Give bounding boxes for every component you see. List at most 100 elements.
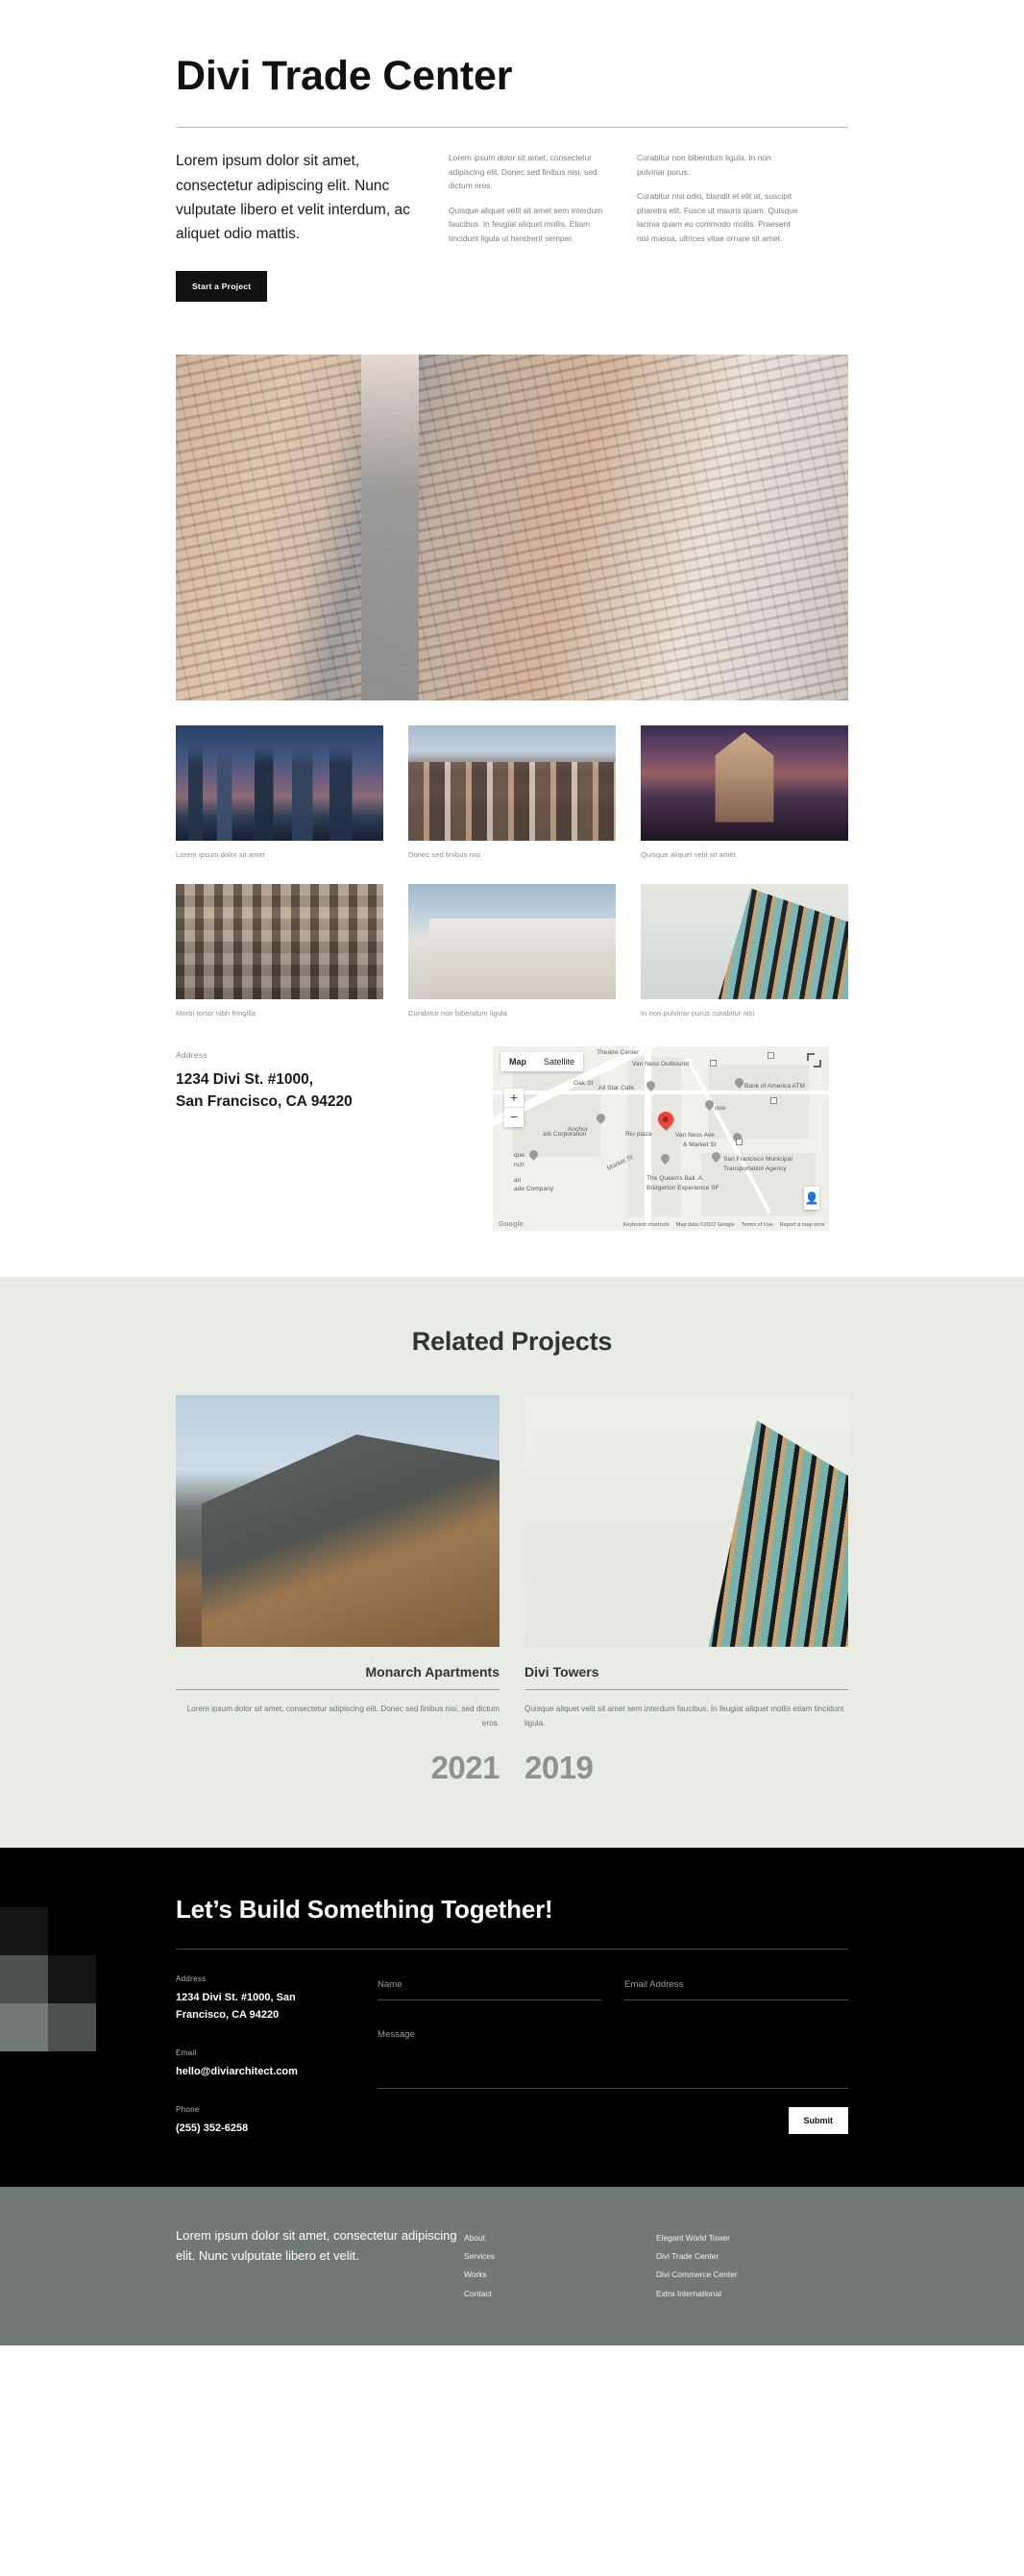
contact-email-label: Email — [176, 2048, 197, 2057]
contact-address-group: Address 1234 Divi St. #1000, San Francis… — [176, 1975, 339, 2023]
gallery-item[interactable]: Quisque aliquet velit sit amet — [641, 724, 848, 859]
project-title: Monarch Apartments — [365, 1663, 500, 1680]
map-pin[interactable] — [661, 1154, 670, 1166]
map-type-satellite-button[interactable]: Satellite — [535, 1052, 583, 1071]
gallery-caption: Lorem ipsum dolor sit amet — [176, 849, 266, 859]
map-primary-location-pin[interactable] — [658, 1112, 673, 1133]
decorative-block-grid-dark — [0, 1907, 96, 2052]
gallery-item[interactable]: In non pulvinar purus curabitur nisi — [641, 883, 848, 1018]
cta-title: Let’s Build Something Together! — [176, 1895, 553, 1925]
footer-link-elegant-world-tower[interactable]: Elegant World Tower — [656, 2229, 848, 2247]
map-pin[interactable] — [529, 1150, 538, 1163]
footer-link-extra-international[interactable]: Extra International — [656, 2285, 848, 2303]
intro-section: Divi Trade Center Lorem ipsum dolor sit … — [0, 0, 1024, 302]
gallery-thumb-skyline[interactable] — [176, 724, 383, 841]
contact-phone-group: Phone (255) 352-6258 — [176, 2105, 339, 2137]
gallery-thumb-brick[interactable] — [176, 883, 383, 999]
project-year: 2021 — [430, 1750, 500, 1786]
cta-divider — [176, 1949, 848, 1950]
map-poi-icon — [768, 1051, 774, 1059]
map-label: an — [514, 1176, 522, 1184]
footer-about-block: Lorem ipsum dolor sit amet, consectetur … — [176, 2225, 464, 2303]
map-pin[interactable] — [735, 1078, 744, 1091]
map-zoom-controls[interactable]: + − — [504, 1088, 524, 1127]
name-field-wrapper — [378, 1975, 601, 2001]
intro-lead-text: Lorem ipsum dolor sit amet, consectetur … — [176, 153, 410, 242]
gallery-item[interactable]: Lorem ipsum dolor sit amet — [176, 724, 383, 859]
contact-info-block: Address 1234 Divi St. #1000, San Francis… — [176, 1975, 339, 2136]
gallery-caption: In non pulvinar purus curabitur nisi — [641, 1008, 755, 1018]
message-textarea[interactable] — [378, 2025, 848, 2090]
email-input[interactable] — [624, 1975, 848, 2001]
footer-link-contact[interactable]: Contact — [464, 2285, 656, 2303]
map-pin[interactable] — [597, 1114, 605, 1126]
map-label: Bridgerton Experience SF — [646, 1184, 719, 1191]
terms-of-use-link[interactable]: Terms of Use — [742, 1222, 773, 1228]
report-map-error-link[interactable]: Report a map error — [780, 1222, 825, 1228]
intro-col2-p1: Lorem ipsum dolor sit amet, consectetur … — [449, 153, 597, 191]
contact-phone-label: Phone — [176, 2104, 200, 2114]
gallery-thumb-victorian[interactable] — [408, 724, 616, 841]
contact-email-value[interactable]: hello@diviarchitect.com — [176, 2064, 339, 2080]
footer-link-divi-commerce-center[interactable]: Divi Commerce Center — [656, 2266, 848, 2284]
map-type-switcher[interactable]: Map Satellite — [500, 1051, 584, 1071]
gallery-row-1: Lorem ipsum dolor sit amet Donec sed fin… — [176, 724, 848, 859]
start-a-project-button[interactable]: Start a Project — [176, 270, 268, 302]
map-canvas[interactable] — [493, 1045, 829, 1231]
address-line-2: San Francisco, CA 94220 — [176, 1093, 353, 1111]
map-attribution: Keyboard shortcuts Map data ©2022 Google… — [623, 1222, 825, 1228]
map-pin[interactable] — [705, 1100, 714, 1113]
map-label: nch — [514, 1161, 524, 1168]
google-map[interactable]: Theatre Center Van Ness Outbound Oak St … — [493, 1045, 829, 1231]
keyboard-shortcuts-link[interactable]: Keyboard shortcuts — [623, 1222, 670, 1228]
fullscreen-icon[interactable] — [807, 1052, 821, 1067]
submit-button[interactable]: Submit — [788, 2107, 848, 2135]
project-description: Lorem ipsum dolor sit amet, consectetur … — [186, 1704, 500, 1729]
gallery-item[interactable]: Morbi tortor nibh fringilla — [176, 883, 383, 1018]
name-input[interactable] — [378, 1975, 601, 2001]
project-description: Quisque aliquet velit sit amet sem inter… — [524, 1704, 844, 1729]
footer-link-works[interactable]: Works — [464, 2266, 656, 2284]
gallery-thumb-night[interactable] — [641, 724, 848, 841]
map-label: one — [715, 1104, 726, 1112]
project-image-monarch[interactable] — [176, 1394, 500, 1647]
footer-link-services[interactable]: Services — [464, 2247, 656, 2266]
project-card-monarch[interactable]: Monarch Apartments Lorem ipsum dolor sit… — [176, 1394, 500, 1786]
map-label: The Queen's Ball: A — [646, 1174, 703, 1182]
map-type-map-button[interactable]: Map — [500, 1052, 535, 1071]
pegman-streetview-icon[interactable]: 👤 — [804, 1186, 819, 1210]
contact-address-label: Address — [176, 1975, 207, 1984]
map-label: Theatre Center — [597, 1048, 640, 1056]
intro-column-lead: Lorem ipsum dolor sit amet, consectetur … — [176, 149, 424, 302]
project-image-divi-towers[interactable] — [524, 1394, 848, 1647]
zoom-out-button[interactable]: − — [504, 1108, 524, 1127]
project-year: 2019 — [524, 1750, 594, 1786]
message-field-wrapper — [378, 2025, 848, 2094]
map-label: ade Company — [514, 1185, 554, 1192]
contact-phone-value[interactable]: (255) 352-6258 — [176, 2121, 339, 2137]
gallery-thumb-glass[interactable] — [641, 883, 848, 999]
intro-col2-p2: Quisque aliquet velit sit amet sem inter… — [449, 205, 603, 243]
map-label: Transportation Agency — [723, 1165, 787, 1172]
footer-nav-projects: Elegant World Tower Divi Trade Center Di… — [656, 2225, 848, 2303]
email-field-wrapper — [624, 1975, 848, 2001]
project-card-divi-towers[interactable]: Divi Towers Quisque aliquet velit sit am… — [524, 1394, 848, 1786]
page-root: Divi Trade Center Lorem ipsum dolor sit … — [0, 0, 1024, 2345]
map-poi-icon — [710, 1059, 717, 1067]
map-label: All Star Cafe — [598, 1084, 635, 1092]
map-pin[interactable] — [712, 1152, 720, 1165]
address-label: Address — [176, 1049, 207, 1060]
project-divider — [524, 1688, 848, 1690]
gallery-item[interactable]: Curabitur non bibendum ligula — [408, 883, 616, 1018]
zoom-in-button[interactable]: + — [504, 1089, 524, 1108]
footer-link-divi-trade-center[interactable]: Divi Trade Center — [656, 2247, 848, 2266]
map-pin[interactable] — [646, 1081, 655, 1093]
gallery-item[interactable]: Donec sed finibus nisi — [408, 724, 616, 859]
gallery-caption: Morbi tortor nibh fringilla — [176, 1008, 256, 1018]
map-data-credit: Map data ©2022 Google — [675, 1221, 735, 1228]
footer-about-text: Lorem ipsum dolor sit amet, consectetur … — [176, 2227, 457, 2263]
footer-link-about[interactable]: About — [464, 2229, 656, 2247]
intro-column-two: Lorem ipsum dolor sit amet, consectetur … — [449, 149, 612, 245]
map-label: Riu plaza — [625, 1130, 652, 1138]
gallery-thumb-white[interactable] — [408, 883, 616, 999]
